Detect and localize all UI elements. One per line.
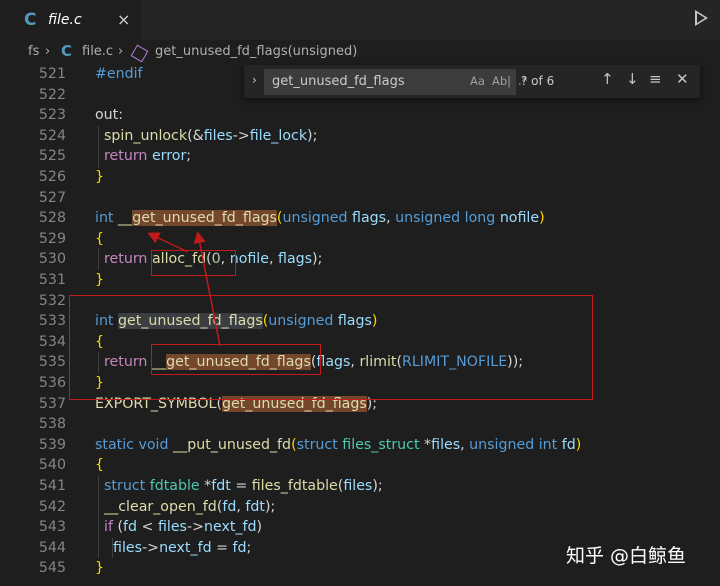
watermark: 知乎 @白鲸鱼 bbox=[566, 545, 687, 567]
annotation-arrow-alloc-to-def bbox=[147, 232, 189, 253]
annotation-arrow-call-to-def bbox=[193, 231, 221, 347]
annotation-arrows bbox=[147, 231, 221, 347]
